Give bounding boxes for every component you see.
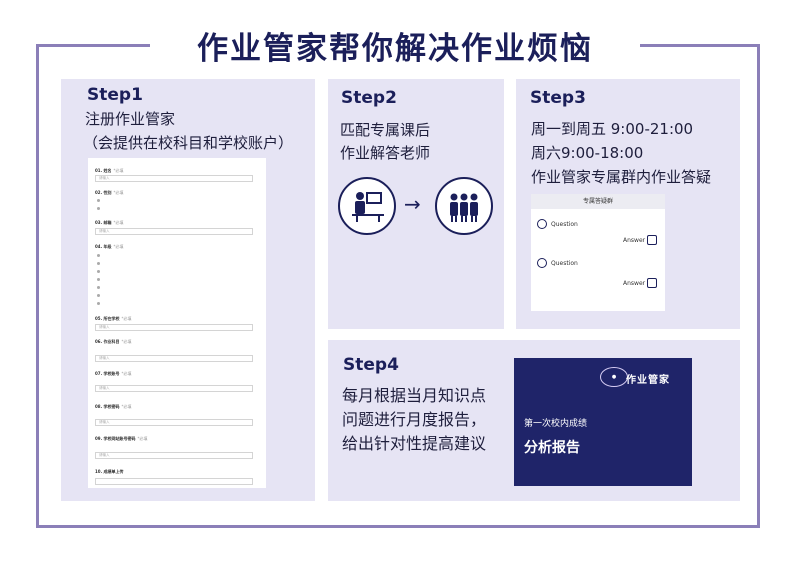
form-q-email: 03. 邮箱 *必填 — [95, 220, 124, 225]
qa-chat-mock: 专属答疑群 Question Answer Question Answer — [531, 194, 665, 311]
qa-question: Question — [551, 221, 578, 228]
form-input-email[interactable]: 请输入 — [95, 228, 253, 235]
qa-answer: Answer — [623, 237, 646, 244]
form-option[interactable] — [97, 269, 103, 273]
step3-line3: 作业管家专属群内作业答疑 — [531, 168, 712, 186]
arrow-right-icon: → — [404, 192, 421, 216]
step4-label: Step4 — [343, 355, 399, 375]
report-subtitle: 第一次校内成绩 — [524, 419, 588, 429]
step4-line1: 每月根据当月知识点 — [342, 386, 487, 405]
qa-question: Question — [551, 260, 578, 267]
step4-line2: 问题进行月度报告， — [342, 410, 487, 429]
page-title: 作业管家帮你解决作业烦恼 — [197, 30, 593, 67]
form-option[interactable] — [97, 285, 103, 289]
report-brand: 作业管家 — [626, 375, 670, 386]
form-option[interactable] — [97, 253, 103, 257]
form-upload-area[interactable] — [95, 478, 253, 485]
teacher-avatar-icon — [647, 235, 657, 245]
form-option[interactable] — [97, 293, 103, 297]
step3-label: Step3 — [530, 88, 586, 108]
qa-answer: Answer — [623, 280, 646, 287]
user-avatar-icon — [537, 258, 547, 268]
report-title: 分析报告 — [524, 440, 580, 456]
form-q-account: 07. 学校账号 *必填 — [95, 371, 132, 376]
form-q-upload: 10. 成绩单上传 — [95, 469, 124, 474]
form-input-name[interactable]: 请输入 — [95, 175, 253, 182]
registration-form: 01. 姓名 *必填 请输入 02. 性别 *必填 03. 邮箱 *必填 请输入 04… — [88, 158, 266, 488]
form-q-subject: 06. 作业科目 *必填 — [95, 339, 132, 344]
form-input-school[interactable]: 请输入 — [95, 324, 253, 331]
step2-label: Step2 — [341, 88, 397, 108]
title-wrap: 作业管家帮你解决作业烦恼 — [150, 22, 640, 68]
qa-header: 专属答疑群 — [531, 194, 665, 209]
form-input-subject[interactable]: 请输入 — [95, 355, 253, 362]
form-option[interactable] — [97, 198, 103, 202]
form-q-grade: 04. 年级 *必填 — [95, 244, 124, 249]
form-input-account[interactable]: 请输入 — [95, 385, 253, 392]
step3-line2: 周六9:00-18:00 — [531, 144, 644, 162]
form-q-password: 08. 学校密码 *必填 — [95, 404, 132, 409]
form-option[interactable] — [97, 261, 103, 265]
step1-line2: （会提供在校科目和学校账户） — [83, 134, 294, 152]
step1-line1: 注册作业管家 — [85, 110, 176, 128]
form-q-gender: 02. 性别 *必填 — [95, 190, 124, 195]
brand-logo-icon: ● — [600, 367, 628, 387]
form-option[interactable] — [97, 301, 103, 305]
form-q-school: 05. 所在学校 *必填 — [95, 316, 132, 321]
form-option[interactable] — [97, 206, 103, 210]
form-input-website[interactable]: 请输入 — [95, 452, 253, 459]
teacher-icon — [338, 177, 396, 235]
form-q-website: 09. 学校网站账号密码 *必填 — [95, 436, 148, 441]
group-icon — [435, 177, 493, 235]
step4-line3: 给出针对性提高建议 — [342, 434, 487, 453]
teacher-avatar-icon — [647, 278, 657, 288]
step2-line1: 匹配专属课后 — [340, 121, 431, 139]
form-option[interactable] — [97, 277, 103, 281]
user-avatar-icon — [537, 219, 547, 229]
form-input-password[interactable]: 请输入 — [95, 419, 253, 426]
step3-line1: 周一到周五 9:00-21:00 — [531, 120, 694, 138]
step2-line2: 作业解答老师 — [340, 144, 431, 162]
step1-label: Step1 — [87, 85, 143, 105]
form-q-name: 01. 姓名 *必填 — [95, 168, 124, 173]
